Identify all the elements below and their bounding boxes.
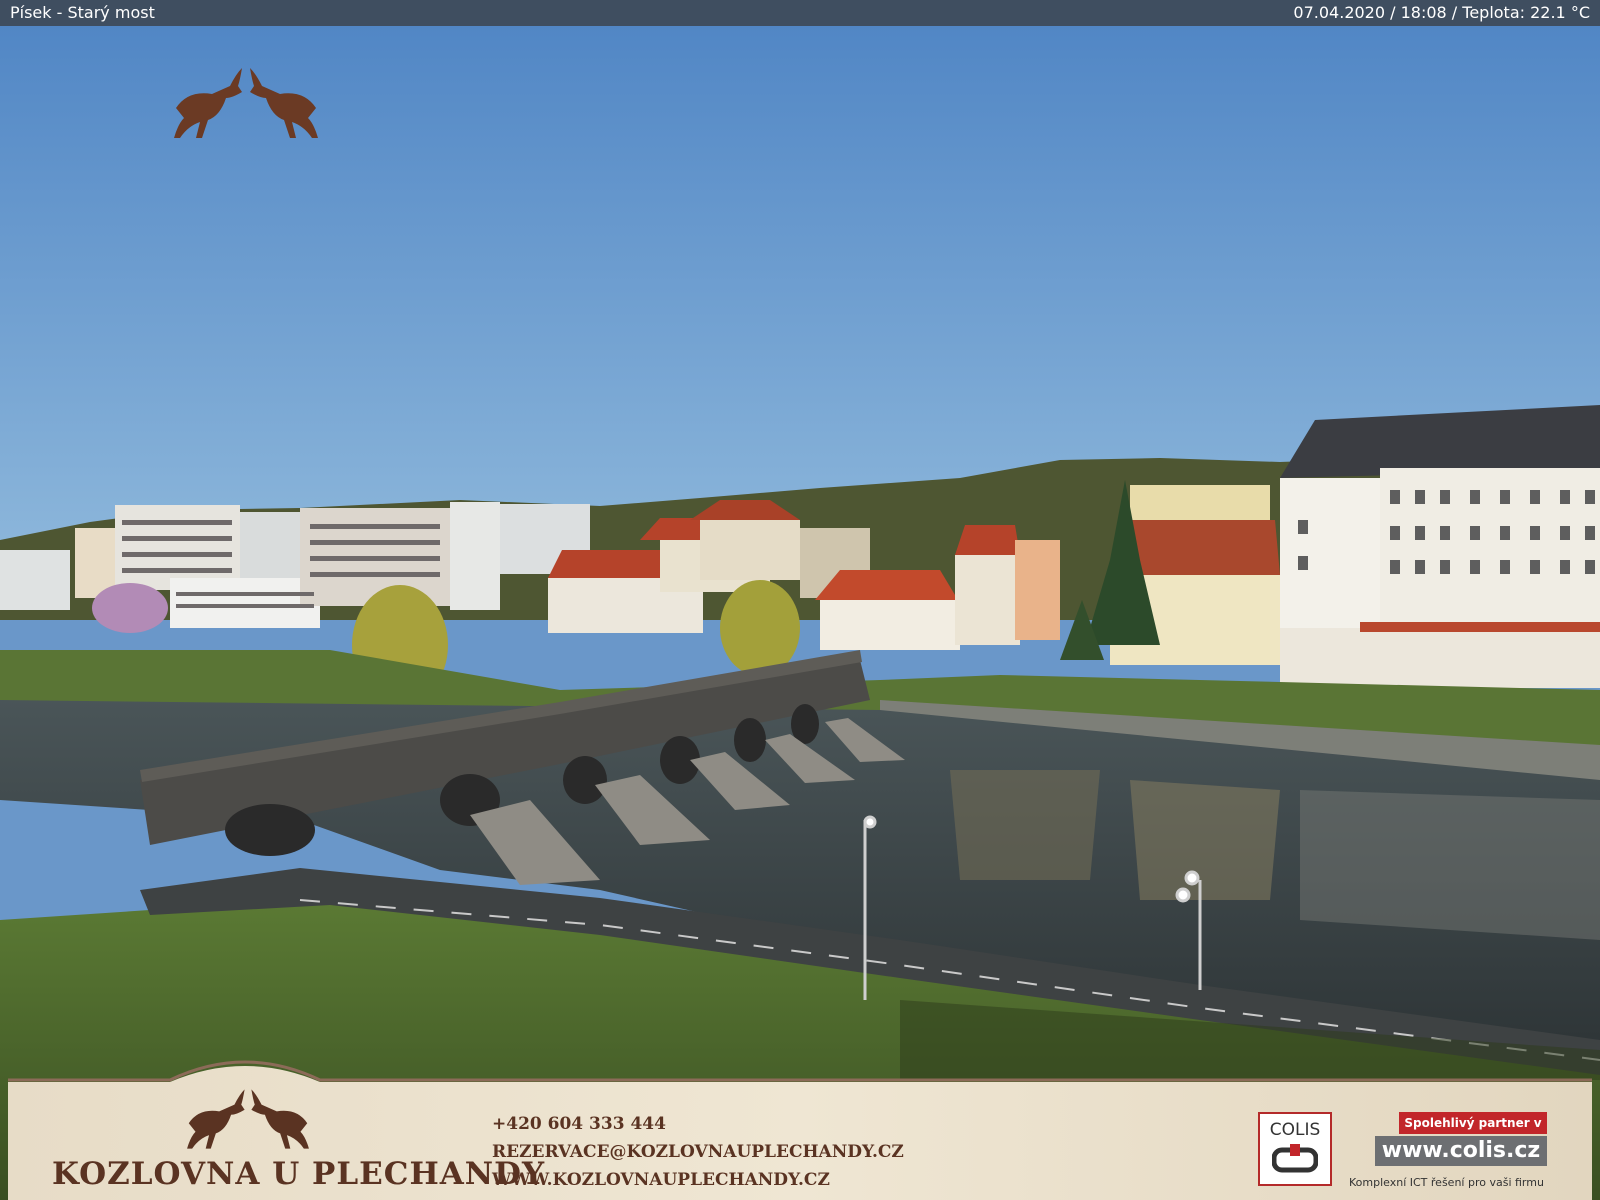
colis-logo-icon: COLIS xyxy=(1258,1112,1332,1186)
ad-email: REZERVACE@KOZLOVNAUPLECHANDY.CZ xyxy=(492,1142,904,1162)
colis-logo-text: COLIS xyxy=(1269,1120,1321,1140)
location-title: Písek - Starý most xyxy=(10,3,155,22)
ad-phone: +420 604 333 444 xyxy=(492,1114,666,1134)
goats-ad-icon xyxy=(187,1089,309,1149)
webcam-scene xyxy=(0,0,1600,1200)
sponsor-badge: Spolehlivý partner v IT xyxy=(1399,1112,1547,1152)
webcam-info-bar: Písek - Starý most 07.04.2020 / 18:08 / … xyxy=(0,0,1600,26)
castle-building xyxy=(1280,405,1600,688)
sponsor-url: www.colis.cz xyxy=(1375,1136,1547,1166)
timestamp-temperature: 07.04.2020 / 18:08 / Teplota: 22.1 °C xyxy=(1293,3,1590,22)
sponsor-tagline: Komplexní ICT řešení pro vaši firmu xyxy=(1349,1176,1544,1189)
goats-logo-icon xyxy=(174,68,318,138)
ad-website: WWW.KOZLOVNAUPLECHANDY.CZ xyxy=(492,1170,830,1190)
colis-mark xyxy=(1272,1144,1318,1173)
ad-brand-name: KOZLOVNA U PLECHANDY xyxy=(52,1156,546,1192)
